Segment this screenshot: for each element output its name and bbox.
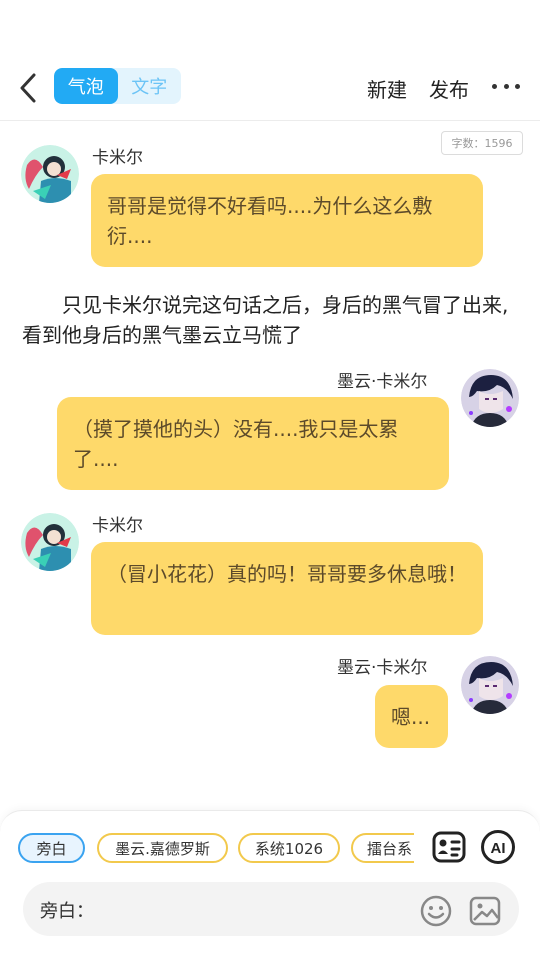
chip-narrator[interactable]: 旁白: [18, 833, 85, 863]
speaker-name: 卡米尔: [92, 516, 143, 536]
message-bubble[interactable]: 哥哥是觉得不好看吗....为什么这么敷衍....: [91, 174, 483, 267]
emoji-button[interactable]: [419, 894, 453, 928]
tab-bubble[interactable]: 气泡: [54, 68, 118, 104]
character-card-icon: [432, 831, 466, 863]
dot: [503, 83, 509, 89]
avatar-moyun-kamir[interactable]: [461, 656, 519, 714]
more-button[interactable]: [492, 74, 520, 98]
ai-label: AI: [491, 840, 506, 857]
emoji-icon: [420, 895, 452, 927]
new-button[interactable]: 新建: [367, 74, 407, 103]
avatar-kamir[interactable]: [21, 145, 79, 203]
back-arrow-icon: [20, 73, 36, 103]
narration-text[interactable]: 只见卡米尔说完这句话之后，身后的黑气冒了出来,看到他身后的黑气墨云立马慌了: [22, 290, 518, 350]
message-bubble[interactable]: （摸了摸他的头）没有....我只是太累了....: [57, 397, 449, 490]
avatar-kamir[interactable]: [21, 513, 79, 571]
message-bubble[interactable]: （冒小花花）真的吗！哥哥要多休息哦！: [91, 542, 483, 635]
back-button[interactable]: [12, 68, 44, 108]
publish-button[interactable]: 发布: [429, 74, 469, 103]
character-avatar-icon: [21, 513, 79, 571]
speaker-name: 墨云·卡米尔: [337, 658, 428, 678]
speaker-name: 墨云·卡米尔: [337, 372, 428, 392]
message-bubble[interactable]: 嗯...: [375, 685, 448, 748]
speaker-chip-list: 旁白 墨云.嘉德罗斯 系统1026 擂台系: [18, 833, 414, 867]
dot: [492, 83, 497, 89]
mode-toggle: 气泡 文字: [54, 68, 181, 104]
character-avatar-icon: [461, 656, 519, 714]
ai-icon: AI: [481, 830, 515, 864]
dot: [515, 83, 520, 89]
speaker-name: 卡米尔: [92, 148, 143, 168]
character-avatar-icon: [21, 145, 79, 203]
avatar-moyun-kamir[interactable]: [461, 369, 519, 427]
chip-character[interactable]: 擂台系: [351, 833, 414, 863]
ai-button[interactable]: AI: [479, 828, 517, 866]
top-bar: 气泡 文字 新建 发布: [0, 58, 540, 121]
word-count-badge: 字数：1596: [441, 131, 523, 155]
chip-character[interactable]: 系统1026: [238, 833, 340, 863]
image-button[interactable]: [468, 894, 502, 928]
character-card-button[interactable]: [430, 828, 468, 866]
character-avatar-icon: [461, 369, 519, 427]
chip-character[interactable]: 墨云.嘉德罗斯: [97, 833, 228, 863]
tab-text[interactable]: 文字: [118, 68, 182, 104]
input-speaker-label: 旁白：: [40, 901, 94, 922]
image-icon: [469, 896, 501, 926]
